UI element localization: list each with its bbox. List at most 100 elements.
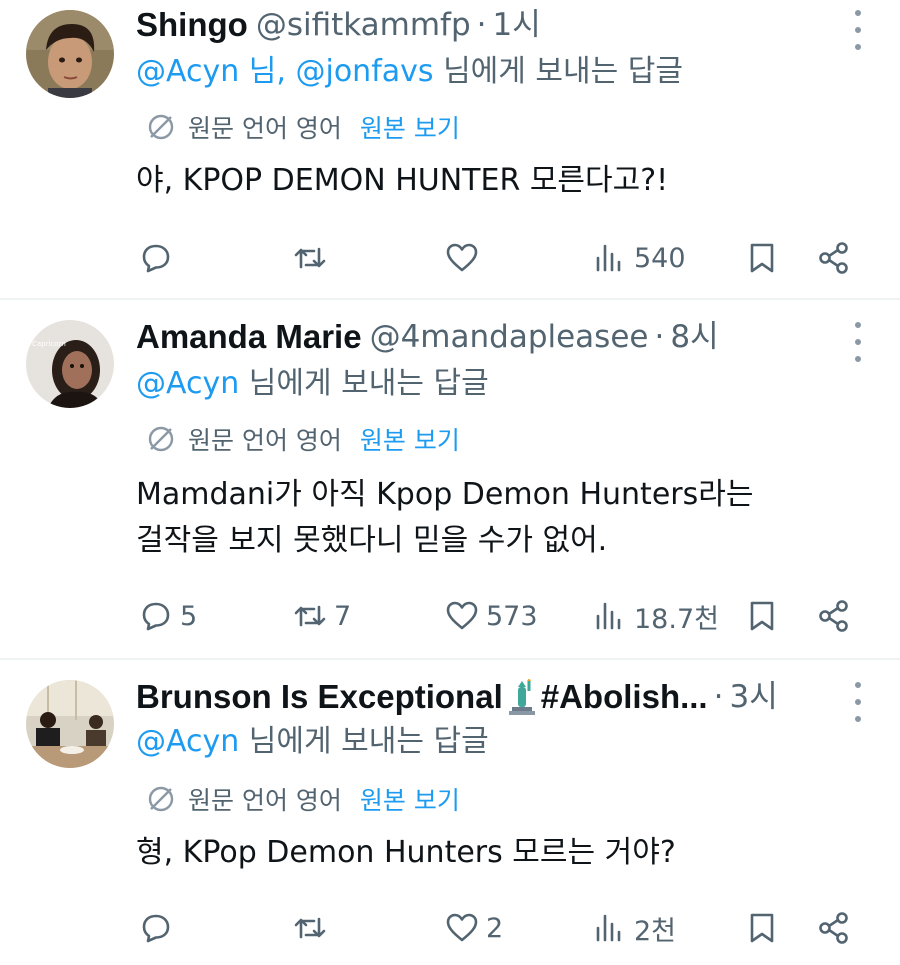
- bookmark-button[interactable]: [744, 594, 780, 638]
- avatar[interactable]: Capricorn: [26, 320, 114, 408]
- reply-button[interactable]: 5: [138, 594, 197, 638]
- views-icon: [596, 244, 621, 272]
- show-original-link[interactable]: 원본 보기: [360, 781, 460, 817]
- tweet-header: Amanda Marie @4mandapleasee · 8시: [136, 314, 830, 360]
- tweet[interactable]: Brunson Is Exceptional #Abolish... · 3시 …: [0, 658, 900, 965]
- translate-icon: [148, 426, 174, 452]
- tweet-text-line: Mamdani가 아직 Kpop Demon Hunters라는: [136, 477, 754, 512]
- mention-link[interactable]: @Acyn: [136, 366, 239, 401]
- like-button[interactable]: 2: [444, 906, 503, 950]
- share-button[interactable]: [816, 594, 852, 638]
- reply-feed: Shingo @sifitkammfp · 1시 @Acyn 님, @jonfa…: [0, 0, 900, 965]
- translate-icon: [148, 114, 174, 140]
- more-icon[interactable]: [850, 10, 866, 50]
- views-button[interactable]: 2천: [592, 906, 676, 950]
- display-name[interactable]: Brunson Is Exceptional: [136, 674, 503, 720]
- show-original-link[interactable]: 원본 보기: [360, 421, 460, 457]
- avatar-image: [26, 10, 114, 98]
- timestamp[interactable]: 3시: [729, 674, 777, 720]
- like-icon: [446, 243, 478, 272]
- avatar[interactable]: [26, 10, 114, 98]
- retweet-button[interactable]: [292, 906, 328, 950]
- like-icon: [446, 601, 478, 630]
- bookmark-icon: [750, 913, 774, 943]
- tweet-header: Brunson Is Exceptional #Abolish... · 3시: [136, 674, 830, 720]
- share-icon: [819, 912, 848, 944]
- share-icon: [819, 600, 848, 632]
- more-icon[interactable]: [850, 682, 866, 722]
- action-bar: 5 7 573 18.7천: [0, 594, 900, 638]
- mention-link[interactable]: @jonfavs: [295, 54, 433, 89]
- action-bar: 540: [0, 236, 900, 280]
- tweet[interactable]: Capricorn Amanda Marie @4mandapleasee · …: [0, 298, 900, 658]
- translation-notice: 원문 언어 영어 원본 보기: [146, 108, 460, 146]
- tweet[interactable]: Shingo @sifitkammfp · 1시 @Acyn 님, @jonfa…: [0, 0, 900, 298]
- tweet-text-line: 형, KPop Demon Hunters 모르는 거야?: [136, 835, 676, 870]
- tweet-text: 형, KPop Demon Hunters 모르는 거야?: [136, 830, 840, 876]
- translate-icon: [148, 786, 174, 812]
- statue-of-liberty-emoji: [508, 679, 535, 715]
- like-button[interactable]: [444, 236, 480, 280]
- avatar[interactable]: [26, 680, 114, 768]
- views-icon: [596, 602, 621, 630]
- reply-button[interactable]: [138, 236, 174, 280]
- avatar-image: Capricorn: [26, 320, 114, 408]
- mention-link[interactable]: @Acyn: [136, 724, 239, 759]
- replying-suffix: 님에게 보내는 답글: [239, 366, 489, 401]
- share-button[interactable]: [816, 236, 852, 280]
- tweet-text: 야, KPOP DEMON HUNTER 모른다고?!: [136, 158, 840, 204]
- display-name[interactable]: Amanda Marie: [136, 314, 362, 360]
- translation-notice: 원문 언어 영어 원본 보기: [146, 780, 460, 818]
- replying-to: @Acyn 님에게 보내는 답글: [136, 720, 489, 764]
- tweet-text-line: 걸작을 보지 못했다니 믿을 수가 없어.: [136, 523, 608, 558]
- retweet-button[interactable]: 7: [292, 594, 351, 638]
- mention-link[interactable]: @Acyn 님,: [136, 54, 286, 89]
- tweet-header: Shingo @sifitkammfp · 1시: [136, 2, 830, 48]
- reply-count: 5: [180, 600, 198, 632]
- handle[interactable]: @4mandapleasee: [370, 314, 649, 360]
- retweet-button[interactable]: [292, 236, 328, 280]
- timestamp[interactable]: 1시: [493, 2, 541, 48]
- share-icon: [819, 242, 848, 274]
- bookmark-button[interactable]: [744, 236, 780, 280]
- avatar-image: [26, 680, 114, 768]
- bookmark-button[interactable]: [744, 906, 780, 950]
- bookmark-icon: [750, 243, 774, 273]
- more-icon[interactable]: [850, 322, 866, 362]
- separator-dot: ·: [654, 319, 665, 355]
- display-name[interactable]: Shingo: [136, 2, 248, 48]
- avatar-caption: Capricorn: [32, 340, 66, 348]
- views-button[interactable]: 18.7천: [592, 594, 719, 638]
- retweet-icon: [294, 917, 326, 939]
- views-button[interactable]: 540: [592, 236, 686, 280]
- like-count: 2: [486, 912, 504, 944]
- view-count: 2천: [634, 915, 677, 947]
- like-button[interactable]: 573: [444, 594, 538, 638]
- display-name-suffix[interactable]: #Abolish...: [541, 674, 708, 720]
- view-count: 540: [634, 242, 686, 274]
- like-icon: [446, 913, 478, 942]
- retweet-count: 7: [334, 600, 352, 632]
- replying-suffix: 님에게 보내는 답글: [433, 54, 683, 89]
- timestamp[interactable]: 8시: [670, 314, 718, 360]
- like-count: 573: [486, 600, 538, 632]
- view-count: 18.7천: [634, 603, 719, 635]
- handle[interactable]: @sifitkammfp: [256, 2, 471, 48]
- action-bar: 2 2천: [0, 906, 900, 950]
- tweet-text-line: 야, KPOP DEMON HUNTER 모른다고?!: [136, 163, 669, 198]
- share-button[interactable]: [816, 906, 852, 950]
- retweet-icon: [294, 247, 326, 269]
- separator-dot: ·: [713, 679, 724, 715]
- separator-dot: ·: [476, 7, 487, 43]
- reply-button[interactable]: [138, 906, 174, 950]
- show-original-link[interactable]: 원본 보기: [360, 109, 460, 145]
- reply-icon: [142, 602, 170, 631]
- replying-to: @Acyn 님에게 보내는 답글: [136, 362, 489, 406]
- translation-label: 원문 언어 영어: [188, 114, 342, 143]
- bookmark-icon: [750, 601, 774, 631]
- reply-icon: [142, 914, 170, 943]
- replying-to: @Acyn 님, @jonfavs 님에게 보내는 답글: [136, 50, 683, 94]
- retweet-icon: [294, 605, 326, 627]
- views-icon: [596, 914, 621, 942]
- replying-suffix: 님에게 보내는 답글: [239, 724, 489, 759]
